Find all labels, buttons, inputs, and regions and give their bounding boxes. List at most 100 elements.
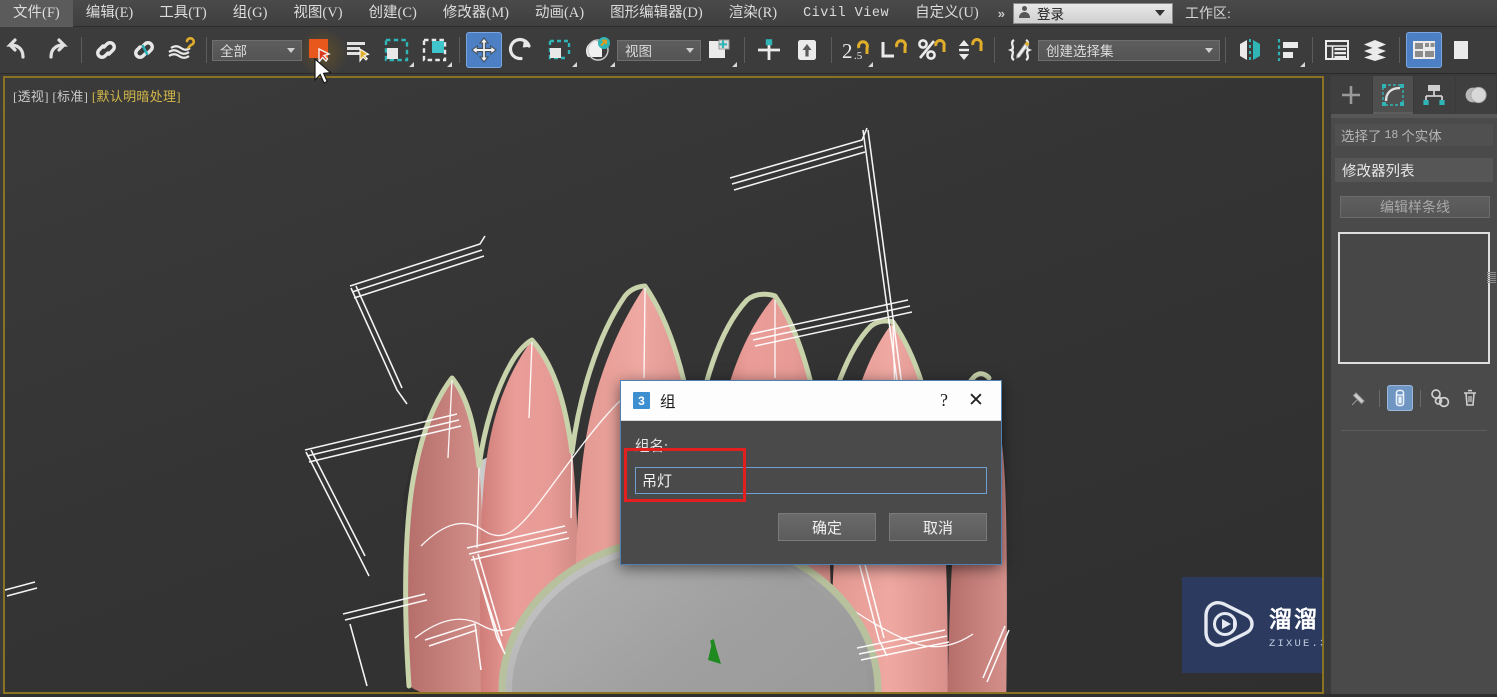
- edit-named-selection-sets-icon[interactable]: [1001, 32, 1037, 68]
- toolbar-divider: [1312, 37, 1313, 63]
- select-by-name-icon[interactable]: [341, 32, 377, 68]
- select-and-rotate-icon[interactable]: [504, 32, 540, 68]
- toolbar-divider: [81, 37, 82, 63]
- viewport-label-projection: [透视]: [13, 89, 49, 104]
- dialog-title: 组: [660, 393, 676, 411]
- svg-text:2: 2: [842, 39, 853, 63]
- menu-bar: 文件(F) 编辑(E) 工具(T) 组(G) 视图(V) 创建(C) 修改器(M…: [0, 0, 1497, 27]
- align-icon[interactable]: [751, 32, 787, 68]
- redo-icon[interactable]: [39, 32, 75, 68]
- select-and-place-icon[interactable]: [580, 32, 616, 68]
- max-app-icon: 3: [633, 392, 650, 409]
- viewport-label-standard: [标准]: [52, 89, 89, 104]
- workspace-label: 工作区:: [1184, 7, 1231, 22]
- icon-divider: [1419, 389, 1421, 407]
- dialog-body: 组名:: [621, 421, 1001, 502]
- menu-graph-editors[interactable]: 图形编辑器(D): [597, 0, 716, 27]
- group-dialog[interactable]: 3 组 ? ✕ 组名: 确定 取消: [620, 380, 1002, 565]
- snaps-toggle-icon[interactable]: 2 .5: [838, 32, 874, 68]
- modifier-stack-toolbar: [1331, 384, 1497, 412]
- modifier-list-dropdown[interactable]: 修改器列表: [1335, 158, 1493, 182]
- main-toolbar: 全部 视图 2 .5 创建选择集: [0, 27, 1497, 78]
- help-icon[interactable]: ?: [929, 390, 959, 411]
- toolbar-divider: [994, 37, 995, 63]
- cancel-button[interactable]: 取消: [889, 513, 987, 541]
- reference-coord-value: 视图: [625, 44, 652, 59]
- named-selection-value: 创建选择集: [1046, 44, 1114, 59]
- align-objects-icon[interactable]: [1270, 32, 1306, 68]
- bind-to-space-warp-icon[interactable]: [164, 32, 200, 68]
- spinner-snap-toggle-icon[interactable]: [952, 32, 988, 68]
- menu-views[interactable]: 视图(V): [280, 0, 355, 27]
- menu-create[interactable]: 创建(C): [356, 0, 430, 27]
- menu-file[interactable]: 文件(F): [0, 0, 73, 27]
- toolbar-divider: [206, 37, 207, 63]
- panel-rule: [1341, 430, 1487, 431]
- chevron-down-icon: [1154, 10, 1165, 16]
- undo-icon[interactable]: [1, 32, 37, 68]
- menu-animation[interactable]: 动画(A): [522, 0, 597, 27]
- command-panel: 选择了 18 个实体 修改器列表 编辑样条线: [1331, 76, 1497, 694]
- tab-hierarchy[interactable]: [1414, 76, 1456, 114]
- named-selection-combo[interactable]: 创建选择集: [1038, 39, 1220, 61]
- toolbar-divider: [744, 37, 745, 63]
- menu-customize[interactable]: 自定义(U): [902, 0, 992, 27]
- reference-coord-combo[interactable]: 视图: [617, 39, 701, 61]
- panel-resize-grip[interactable]: [1487, 272, 1496, 284]
- modify-curve-icon: [1381, 84, 1404, 106]
- menu-modifiers[interactable]: 修改器(M): [430, 0, 522, 27]
- use-pivot-point-center-icon[interactable]: [702, 32, 738, 68]
- menu-rendering[interactable]: 渲染(R): [716, 0, 790, 27]
- rectangular-selection-region-icon[interactable]: [379, 32, 415, 68]
- mirror-icon[interactable]: [789, 32, 825, 68]
- viewport-label: [透视] [标准] [默认明暗处理]: [13, 86, 181, 105]
- show-end-result-icon[interactable]: [1386, 385, 1413, 411]
- dialog-button-row: 确定 取消: [621, 494, 1001, 541]
- material-editor-icon[interactable]: [1406, 32, 1442, 68]
- menu-overflow-chevron-icon[interactable]: »: [992, 6, 1011, 21]
- tab-modify[interactable]: [1372, 76, 1414, 114]
- remove-modifier-icon[interactable]: [1457, 385, 1483, 411]
- angle-snap-toggle-icon[interactable]: [876, 32, 912, 68]
- percent-snap-toggle-icon[interactable]: [914, 32, 950, 68]
- modifier-stack-list[interactable]: [1338, 232, 1490, 364]
- selection-filter-combo[interactable]: 全部: [212, 39, 302, 61]
- layer-explorer-icon[interactable]: [1319, 32, 1355, 68]
- toolbar-divider: [459, 37, 460, 63]
- make-unique-icon[interactable]: [1428, 385, 1454, 411]
- toolbar-divider: [831, 37, 832, 63]
- login-dropdown[interactable]: 登录: [1012, 2, 1173, 24]
- mirror-selected-objects-icon[interactable]: [1232, 32, 1268, 68]
- toolbar-divider: [1225, 37, 1226, 63]
- group-name-label: 组名:: [635, 439, 669, 455]
- plus-icon: [1342, 86, 1361, 104]
- selection-status: 选择了 18 个实体: [1335, 124, 1493, 146]
- unlink-selection-icon[interactable]: [126, 32, 162, 68]
- watermark-url: ZIXUE.3D66.COM: [1269, 638, 1324, 650]
- motion-sphere-icon: [1465, 86, 1487, 104]
- window-crossing-icon[interactable]: [417, 32, 453, 68]
- max-application-window: 文件(F) 编辑(E) 工具(T) 组(G) 视图(V) 创建(C) 修改器(M…: [0, 0, 1497, 697]
- dialog-titlebar: 3 组 ? ✕: [621, 381, 1001, 421]
- panel-divider: [1331, 114, 1497, 118]
- play-logo-icon: [1204, 601, 1254, 647]
- close-icon[interactable]: ✕: [959, 389, 993, 412]
- select-and-move-icon[interactable]: [466, 32, 502, 68]
- menu-civil-view[interactable]: Civil View: [790, 0, 902, 27]
- menu-group[interactable]: 组(G): [220, 0, 281, 27]
- scene-explorer-icon[interactable]: [1357, 32, 1393, 68]
- chevron-down-icon: [287, 47, 295, 53]
- group-name-input[interactable]: [635, 467, 987, 494]
- select-and-scale-icon[interactable]: [542, 32, 578, 68]
- render-setup-icon[interactable]: [1444, 32, 1480, 68]
- ok-button[interactable]: 确定: [778, 513, 876, 541]
- modifier-entry-edit-spline[interactable]: 编辑样条线: [1340, 196, 1490, 218]
- selection-filter-value: 全部: [220, 44, 247, 59]
- perspective-viewport[interactable]: [透视] [标准] [默认明暗处理] 3 组 ? ✕ 组名: 吊灯 确定 取消 …: [3, 76, 1324, 694]
- tab-create[interactable]: [1331, 76, 1373, 114]
- tab-motion[interactable]: [1456, 76, 1497, 114]
- pin-stack-icon[interactable]: [1346, 385, 1372, 411]
- select-and-link-icon[interactable]: [88, 32, 124, 68]
- menu-edit[interactable]: 编辑(E): [73, 0, 147, 27]
- menu-tools[interactable]: 工具(T): [146, 0, 220, 27]
